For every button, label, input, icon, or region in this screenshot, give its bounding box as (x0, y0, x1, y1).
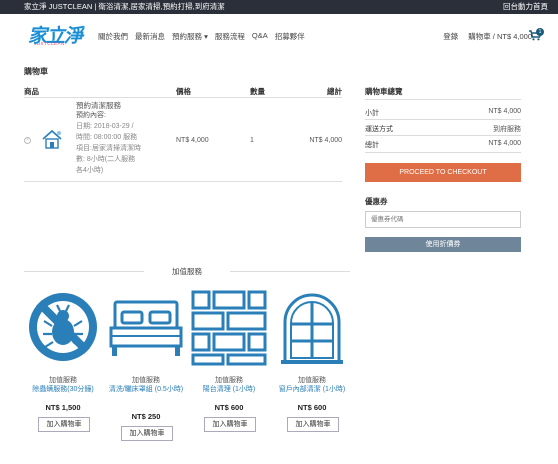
window-icon[interactable] (273, 288, 351, 366)
item-quantity[interactable]: 1 (250, 137, 254, 144)
add-to-cart-button[interactable]: 加入購物車 (204, 417, 256, 432)
header-right: 登錄 購物車 / NT$ 4,000 (443, 31, 532, 42)
summary-divider (365, 119, 521, 120)
logo-subtext: JUSTCLEAN (34, 41, 65, 46)
nav-item-recruit[interactable]: 招募夥伴 (275, 31, 305, 42)
top-bar-text: 家立淨 JUSTCLEAN | 衛浴清潔,居家清掃,預約打掃,到府清潔 (24, 2, 225, 11)
header-divider (24, 97, 342, 98)
home-link[interactable]: 回台動力首頁 (503, 0, 548, 14)
apply-coupon-button[interactable]: 使用折價券 (365, 237, 521, 252)
cart-link[interactable]: 購物車 / NT$ 4,000 (468, 31, 532, 42)
item-price: NT$ 4,000 (176, 137, 209, 144)
item-detail: 日期: 2018-03-29 / 時間: 08:00:00 服務項目:居家清掃清… (76, 123, 141, 174)
nav-item-process[interactable]: 服務流程 (215, 31, 245, 42)
product-price: NT$ 600 (214, 403, 244, 412)
header-qty: 數量 (250, 87, 265, 96)
product-price: NT$ 1,500 (45, 403, 81, 412)
summary-value: NT$ 4,000 (488, 108, 521, 115)
add-to-cart-button[interactable]: 加入購物車 (287, 417, 339, 432)
summary-divider (365, 152, 521, 153)
bed-icon[interactable] (107, 288, 185, 366)
brick-wall-icon[interactable] (190, 288, 268, 366)
product-name[interactable]: 陽台清理 (1小時) (190, 385, 268, 394)
summary-divider (365, 99, 521, 100)
summary-value: NT$ 4,000 (488, 140, 521, 147)
cart-summary: 購物車總覽 小計 NT$ 4,000 運送方式 到府服務 總計 NT$ 4,00… (365, 86, 521, 252)
top-bar: 家立淨 JUSTCLEAN | 衛浴清潔,居家清掃,預約打掃,到府清潔 回台動力… (0, 0, 558, 14)
cart-count-badge: 1 (536, 28, 544, 36)
nav-item-news[interactable]: 最新消息 (135, 31, 165, 42)
nav-item-booking[interactable]: 預約服務 ▾ (172, 31, 208, 42)
nav-item-about[interactable]: 關於我們 (98, 31, 128, 42)
product-name[interactable]: 清洗/曬床罩組 (0.5小時) (107, 385, 185, 394)
coupon-title: 優惠券 (365, 197, 388, 206)
proceed-to-checkout-button[interactable]: PROCEED TO CHECKOUT (365, 163, 521, 182)
summary-title: 購物車總覽 (365, 87, 403, 96)
no-bug-icon[interactable] (24, 288, 102, 366)
row-divider (24, 181, 342, 182)
add-to-cart-button[interactable]: 加入購物車 (121, 426, 173, 441)
item-subtitle: 預約內容: (76, 112, 106, 119)
summary-label: 運送方式 (365, 126, 393, 133)
item-total: NT$ 4,000 (309, 137, 342, 144)
summary-row-subtotal: 小計 NT$ 4,000 (365, 108, 521, 118)
product-category: 加值服務 (132, 377, 160, 384)
main-nav: 關於我們 最新消息 預約服務 ▾ 服務流程 Q&A 招募夥伴 (98, 31, 305, 42)
addon-product-list: 加值服務 除蟲螨服務(30分鐘) NT$ 1,500 加入購物車 加值服務 清洗… (24, 288, 350, 448)
product-category: 加值服務 (298, 377, 326, 384)
summary-row-shipping: 運送方式 到府服務 (365, 124, 521, 134)
coupon-code-input[interactable] (365, 211, 521, 228)
product-category: 加值服務 (215, 377, 243, 384)
addon-section-heading: 加值服務 (24, 266, 350, 276)
summary-label: 小計 (365, 110, 379, 117)
house-cleaning-icon[interactable] (40, 128, 64, 150)
nav-item-faq[interactable]: Q&A (252, 31, 268, 42)
login-link[interactable]: 登錄 (443, 31, 458, 42)
product-name[interactable]: 除蟲螨服務(30分鐘) (24, 385, 102, 394)
product-price: NT$ 600 (297, 403, 327, 412)
summary-label: 總計 (365, 142, 379, 149)
remove-item-button[interactable]: × (24, 137, 31, 144)
summary-divider (365, 135, 521, 136)
page-title: 購物車 (24, 67, 48, 76)
site-logo[interactable]: 家立淨 JUSTCLEAN (28, 23, 86, 51)
header-price: 價格 (176, 87, 191, 96)
summary-value: 到府服務 (493, 126, 521, 133)
product-category: 加值服務 (49, 377, 77, 384)
addon-heading-text: 加值服務 (172, 267, 202, 276)
product-name[interactable]: 窗戶內部清潔 (1小時) (273, 385, 351, 394)
product-price: NT$ 250 (131, 412, 161, 421)
add-to-cart-button[interactable]: 加入購物車 (38, 417, 90, 432)
summary-row-total: 總計 NT$ 4,000 (365, 140, 521, 150)
header-subtotal: 總計 (327, 87, 342, 96)
site-header: 家立淨 JUSTCLEAN 關於我們 最新消息 預約服務 ▾ 服務流程 Q&A … (0, 14, 558, 56)
header-product: 商品 (24, 87, 39, 96)
